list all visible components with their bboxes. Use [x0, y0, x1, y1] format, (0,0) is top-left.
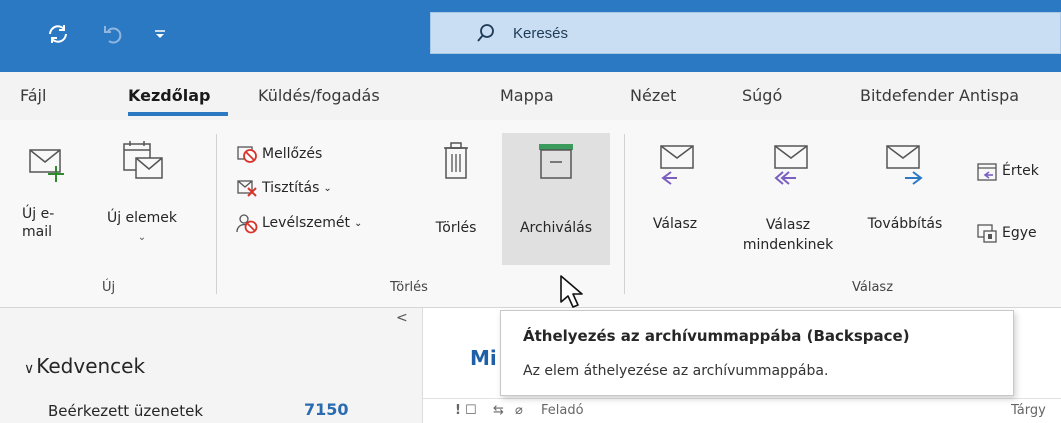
forward-label: Továbbítás [867, 216, 943, 232]
cleanup-button[interactable]: Tisztítás ⌄ [236, 178, 332, 198]
search-icon [477, 24, 494, 42]
ignore-icon [237, 146, 257, 163]
importance-column-icon[interactable]: ! [455, 403, 461, 418]
reply-all-label: Válasz mindenkinek [742, 217, 834, 253]
ribbon: Új e- mail Új elemek ⌄ Új Mellőzés Tiszt… [0, 120, 1061, 308]
tooltip-title: Áthelyezés az archívummappába (Backspace… [523, 327, 910, 345]
new-items-button[interactable]: Új elemek ⌄ [92, 140, 192, 247]
more-respond-button[interactable]: Egye [976, 222, 1037, 244]
chevron-down-icon: ∨ [24, 361, 35, 377]
active-tab-indicator [128, 112, 228, 116]
tab-help[interactable]: Súgó [742, 86, 782, 105]
more-respond-label: Egye [1002, 225, 1037, 241]
ignore-label: Mellőzés [262, 146, 323, 162]
delete-label: Törlés [435, 220, 477, 236]
new-items-dropdown-icon: ⌄ [137, 232, 147, 243]
title-bar: Keresés [0, 0, 1061, 72]
tab-view[interactable]: Nézet [630, 86, 676, 105]
junk-dropdown-icon: ⌄ [353, 217, 363, 229]
delete-button[interactable]: Törlés [428, 140, 484, 237]
group-label-new: Új [102, 280, 116, 295]
new-email-button[interactable]: Új e- mail [14, 144, 78, 241]
tooltip-description: Az elem áthelyezése az archívummappába. [523, 363, 829, 379]
subject-column[interactable]: Tárgy [1011, 403, 1046, 418]
new-email-label: Új e- mail [22, 206, 55, 240]
junk-label: Levélszemét [262, 215, 350, 231]
archive-tooltip: Áthelyezés az archívummappába (Backspace… [500, 310, 1014, 396]
group-label-respond: Válasz [852, 280, 894, 295]
archive-label: Archiválás [519, 220, 593, 236]
meeting-button[interactable]: Értek [976, 160, 1039, 182]
inbox-unread-count: 7150 [304, 400, 349, 419]
archive-button[interactable]: Archiválás [502, 140, 610, 237]
undo-icon[interactable] [98, 18, 128, 50]
reply-label: Válasz [652, 216, 698, 232]
archive-icon [539, 144, 573, 179]
new-items-icon [123, 141, 163, 179]
reply-all-icon [774, 145, 808, 185]
collapse-pane-icon[interactable]: < [396, 310, 408, 326]
ribbon-separator [216, 134, 217, 294]
favorites-label: Kedvencek [36, 354, 146, 378]
new-email-icon [29, 149, 64, 182]
more-respond-icon [977, 224, 997, 243]
meeting-label: Értek [1002, 163, 1039, 179]
folder-pane: < ∨ Kedvencek Beérkezett üzenetek 7150 [0, 308, 423, 423]
menu-tabs: Fájl Kezdőlap Küldés/fogadás Mappa Nézet… [0, 72, 1061, 120]
tab-send-receive[interactable]: Küldés/fogadás [258, 86, 380, 105]
group-label-delete: Törlés [390, 280, 428, 295]
tab-folder[interactable]: Mappa [500, 86, 554, 105]
reply-icon [660, 145, 694, 185]
message-list-header: ! ☐ ⇆ ⌀ Feladó Tárgy [423, 398, 1061, 423]
cleanup-icon [237, 180, 257, 197]
new-items-label: Új elemek [106, 210, 178, 226]
favorites-header[interactable]: ∨ Kedvencek [24, 354, 145, 378]
junk-button[interactable]: Levélszemét ⌄ [236, 212, 362, 234]
focused-tab[interactable]: Mi [470, 346, 497, 370]
cleanup-dropdown-icon: ⌄ [323, 182, 332, 194]
reminder-column-icon[interactable]: ⇆ [493, 403, 504, 418]
tab-home[interactable]: Kezdőlap [128, 86, 210, 105]
cleanup-label: Tisztítás [262, 180, 320, 196]
meeting-icon [977, 163, 997, 181]
item-type-column-icon[interactable]: ☐ [465, 403, 477, 418]
search-label: Keresés [513, 24, 569, 42]
sync-icon[interactable] [40, 18, 76, 50]
mouse-cursor-icon [560, 275, 583, 308]
forward-button[interactable]: Továbbítás [860, 142, 950, 233]
trash-icon [444, 142, 468, 179]
reply-button[interactable]: Válasz [640, 142, 710, 233]
forward-icon [886, 145, 923, 185]
ignore-button[interactable]: Mellőzés [236, 144, 322, 164]
tab-bitdefender[interactable]: Bitdefender Antispa [860, 86, 1019, 105]
reply-all-button[interactable]: Válasz mindenkinek [718, 142, 858, 255]
junk-icon [236, 214, 258, 234]
tab-file[interactable]: Fájl [20, 86, 46, 105]
from-column[interactable]: Feladó [541, 403, 584, 418]
search-box[interactable]: Keresés [430, 12, 1061, 54]
customize-icon[interactable] [148, 18, 172, 50]
inbox-folder[interactable]: Beérkezett üzenetek [48, 402, 203, 420]
ribbon-separator [624, 134, 625, 294]
attachment-column-icon[interactable]: ⌀ [515, 403, 523, 418]
